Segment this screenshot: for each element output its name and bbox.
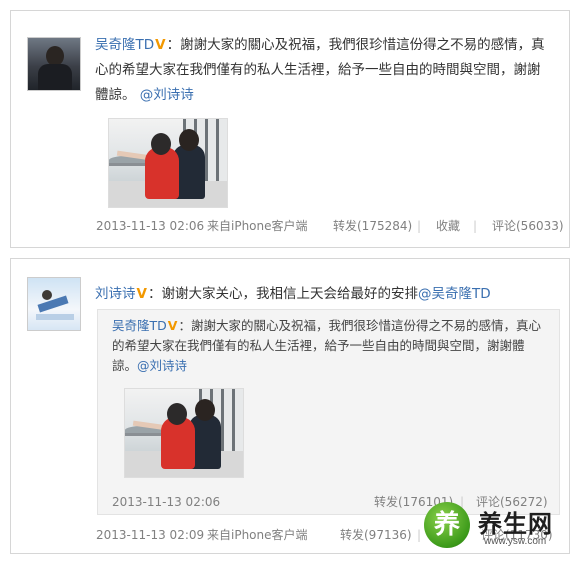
separator: |: [417, 219, 422, 233]
mention-link[interactable]: @吴奇隆TD: [418, 286, 491, 302]
post-photo[interactable]: [108, 118, 228, 208]
repost-link[interactable]: 转发(175284): [333, 218, 412, 234]
username-link[interactable]: 吴奇隆TD: [95, 37, 154, 53]
quoted-photo[interactable]: [124, 388, 244, 478]
source-link[interactable]: 来自iPhone客户端: [207, 218, 308, 234]
watermark-logo-icon: 养: [424, 502, 470, 548]
mention-link[interactable]: @刘诗诗: [137, 358, 187, 373]
avatar[interactable]: [27, 277, 81, 331]
weibo-post: 吴奇隆TDV：謝謝大家的關心及祝福，我們很珍惜這份得之不易的感情，真心的希望大家…: [10, 10, 570, 248]
quoted-username-link[interactable]: 吴奇隆TD: [112, 318, 167, 333]
colon: ：: [178, 318, 191, 333]
watermark-url: www.ysw.com: [484, 536, 547, 547]
verified-icon: V: [136, 286, 147, 302]
avatar[interactable]: [27, 37, 81, 91]
colon: ：: [147, 286, 162, 302]
post-text: 谢谢大家关心，我相信上天会给最好的安排: [161, 286, 418, 302]
comment-link[interactable]: 评论(56033): [492, 218, 564, 234]
post-time-link[interactable]: 2013-11-13 02:06: [96, 218, 204, 234]
post-time-link[interactable]: 2013-11-13 02:09: [96, 527, 204, 543]
source-link[interactable]: 来自iPhone客户端: [207, 527, 308, 543]
repost-link[interactable]: 转发(97136): [340, 527, 412, 543]
favorite-link[interactable]: 收藏: [436, 218, 460, 234]
quoted-time-link[interactable]: 2013-11-13 02:06: [112, 494, 220, 510]
colon: ：: [166, 37, 181, 53]
mention-link[interactable]: @刘诗诗: [140, 87, 194, 103]
username-link[interactable]: 刘诗诗: [95, 286, 136, 302]
verified-icon: V: [167, 318, 178, 333]
quoted-content: 吴奇隆TDV：謝謝大家的關心及祝福，我們很珍惜這份得之不易的感情，真心的希望大家…: [112, 316, 549, 376]
post-content: 吴奇隆TDV：謝謝大家的關心及祝福，我們很珍惜這份得之不易的感情，真心的希望大家…: [95, 33, 553, 108]
quoted-post: 吴奇隆TDV：謝謝大家的關心及祝福，我們很珍惜這份得之不易的感情，真心的希望大家…: [97, 309, 560, 515]
verified-icon: V: [155, 37, 166, 53]
site-watermark: 养 养生网 www.ysw.com: [420, 498, 570, 558]
post-content: 刘诗诗V：谢谢大家关心，我相信上天会给最好的安排@吴奇隆TD: [95, 282, 553, 307]
watermark-name: 养生网: [478, 510, 553, 538]
separator: |: [473, 219, 478, 233]
